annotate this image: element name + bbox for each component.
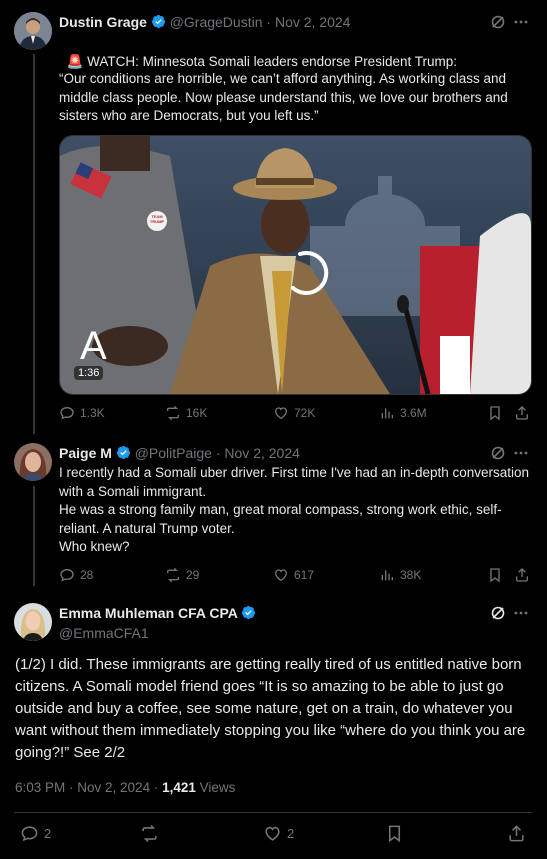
campaign-sign: TEAM TRUMP — [149, 214, 165, 224]
tweet1-quote: “Our conditions are horrible, we can’t a… — [59, 71, 512, 123]
share-icon — [509, 825, 524, 842]
bookmark-icon — [490, 568, 500, 583]
like-button[interactable]: 2 — [263, 824, 294, 843]
more-icon[interactable] — [513, 605, 529, 626]
avatar-emma-muhleman[interactable] — [14, 603, 52, 641]
repost-icon — [142, 825, 157, 842]
reply-icon — [21, 826, 38, 842]
reply-button[interactable]: 2 — [20, 824, 51, 843]
repost-button[interactable]: 29 — [165, 567, 199, 583]
repost-button[interactable]: 16K — [165, 405, 207, 421]
video-frame — [60, 136, 531, 394]
avatar-paige-m[interactable] — [14, 443, 52, 481]
video-duration: 1:36 — [74, 366, 104, 380]
grok-icon[interactable] — [490, 14, 506, 35]
video-overlay-letter: A — [80, 324, 107, 368]
repost-icon — [167, 567, 179, 583]
share-icon — [516, 568, 528, 582]
author-handle[interactable]: @EmmaCFA1 — [59, 625, 149, 641]
share-button[interactable] — [514, 567, 530, 588]
reply-count: 2 — [44, 826, 52, 841]
avatar-image — [14, 12, 52, 50]
like-icon — [274, 407, 288, 420]
repost-icon — [167, 405, 179, 421]
like-count: 2 — [287, 826, 295, 841]
like-icon — [265, 826, 280, 841]
tweet2-text: I recently had a Somali uber driver. Fir… — [59, 465, 530, 554]
separator: · — [215, 445, 221, 461]
author-handle[interactable]: @PolitPaige — [135, 445, 212, 461]
divider — [14, 812, 533, 813]
timestamp[interactable]: 6:03 PM · Nov 2, 2024 · — [15, 780, 162, 795]
share-button[interactable] — [507, 824, 526, 848]
thread-line — [33, 486, 35, 586]
author-name-text[interactable]: Emma Muhleman CFA CPA — [59, 605, 237, 621]
author-name[interactable]: Paige M — [59, 445, 112, 461]
separator: · — [266, 14, 272, 30]
share-icon — [516, 406, 528, 420]
repost-button[interactable] — [140, 824, 159, 843]
bookmark-icon — [490, 406, 500, 421]
tweet1-text: 🚨 WATCH: Minnesota Somali leaders endors… — [59, 34, 531, 71]
reply-count: 28 — [80, 568, 94, 582]
tweet-date[interactable]: Nov 2, 2024 — [275, 14, 351, 30]
more-icon[interactable] — [513, 14, 529, 35]
grok-icon[interactable] — [490, 445, 506, 466]
author-name[interactable]: Emma Muhleman CFA CPA — [59, 605, 256, 621]
views-icon — [381, 570, 393, 581]
tweet2-header: Paige M @PolitPaige · Nov 2, 2024 — [59, 445, 300, 461]
bookmark-button[interactable] — [487, 567, 503, 588]
views-button[interactable]: 38K — [379, 567, 421, 583]
verified-icon — [151, 14, 165, 29]
grok-icon[interactable] — [490, 605, 506, 626]
tweet1-headline: WATCH: Minnesota Somali leaders endorse … — [83, 53, 457, 69]
reply-button[interactable]: 28 — [59, 567, 93, 583]
tweet3-text: (1/2) I did. These immigrants are gettin… — [15, 656, 526, 761]
bookmark-button[interactable] — [487, 405, 503, 426]
verified-icon — [242, 605, 256, 620]
thread-line — [33, 54, 35, 434]
avatar-dustin-grage[interactable] — [14, 12, 52, 50]
like-button[interactable]: 72K — [273, 405, 315, 421]
bookmark-button[interactable] — [385, 824, 404, 848]
author-handle[interactable]: @GrageDustin — [170, 14, 263, 30]
repost-count: 29 — [186, 568, 200, 582]
avatar-image — [14, 603, 52, 641]
verified-icon — [116, 445, 130, 460]
like-count: 72K — [294, 406, 316, 420]
like-button[interactable]: 617 — [273, 567, 314, 583]
views-count: 1,421 — [162, 780, 196, 795]
reply-icon — [60, 406, 74, 420]
reply-button[interactable]: 1.3K — [59, 405, 105, 421]
author-name[interactable]: Dustin Grage — [59, 14, 147, 30]
bookmark-icon — [388, 825, 401, 843]
reply-icon — [60, 568, 74, 582]
siren-emoji: 🚨 — [66, 53, 84, 69]
more-icon[interactable] — [513, 445, 529, 466]
like-icon — [274, 569, 288, 582]
views-label: Views — [195, 780, 236, 795]
share-button[interactable] — [514, 405, 530, 426]
avatar-image — [14, 443, 52, 481]
tweet1-header: Dustin Grage @GrageDustin · Nov 2, 2024 — [59, 14, 350, 30]
reply-count: 1.3K — [80, 406, 105, 420]
views-button[interactable]: 3.6M — [379, 405, 427, 421]
tweet3-meta: 6:03 PM · Nov 2, 2024 · 1,421 Views — [15, 780, 235, 795]
tweet-date[interactable]: Nov 2, 2024 — [224, 445, 300, 461]
view-count: 38K — [400, 568, 422, 582]
views-icon — [381, 408, 393, 419]
like-count: 617 — [294, 568, 315, 582]
view-count: 3.6M — [400, 406, 427, 420]
repost-count: 16K — [186, 406, 208, 420]
video-player[interactable]: A 1:36 TEAM TRUMP — [59, 135, 532, 395]
